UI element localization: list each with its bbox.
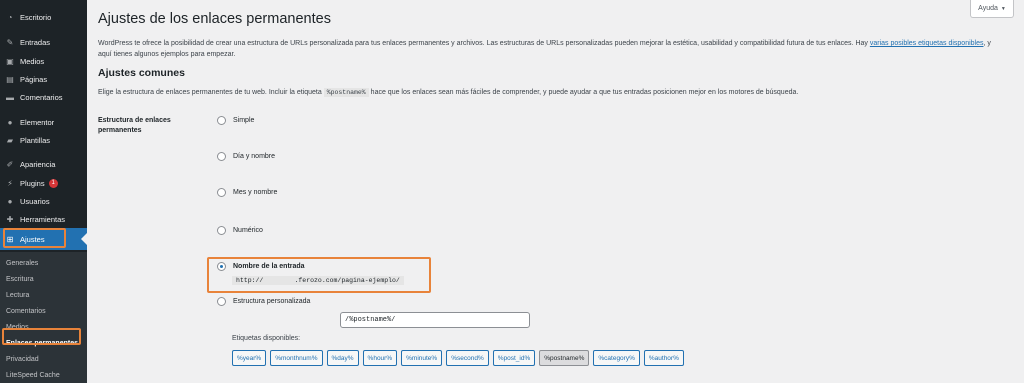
radio-estructura-personalizada[interactable] [217,297,226,306]
example-url: http:// .ferozo.com/pagina-ejemplo/ [232,276,404,285]
tag-button-day[interactable]: %day% [326,350,359,366]
submenu-item-enlaces-permanentes[interactable]: Enlaces permanentes [0,335,87,351]
help-button-label: Ayuda [978,5,998,12]
option-label: Numérico [233,227,263,234]
tag-button-author[interactable]: %author% [643,350,684,366]
radio-dia-y-nombre[interactable] [217,152,226,161]
sidebar-item-label: Comentarios [20,92,63,102]
radio-mes-y-nombre[interactable] [217,188,226,197]
option-numerico[interactable]: Numérico [217,226,263,235]
common-description: Elige la estructura de enlaces permanent… [98,87,798,98]
sidebar-item-label: Entradas [20,37,51,47]
submenu-item-privacidad[interactable]: Privacidad [0,351,87,367]
pin-icon: ✎ [6,37,14,47]
radio-numerico[interactable] [217,226,226,235]
option-label: Estructura personalizada [233,298,311,305]
caret-down-icon: ▼ [1000,5,1006,12]
main-content: Ayuda ▼ Ajustes de los enlaces permanent… [87,0,1024,383]
description-text-after: hace que los enlaces sean más fáciles de… [370,89,799,96]
sidebar-item-label: Apariencia [20,159,56,169]
intro-text-after: , y [983,40,991,47]
permalink-structure-label: Estructura de enlaces permanentes [98,117,171,134]
tags-link[interactable]: varias posibles etiquetas disponibles [870,40,984,47]
sidebar-item-label: Elementor [20,117,55,127]
option-mes-y-nombre[interactable]: Mes y nombre [217,188,277,197]
sidebar-item-label: Ajustes [20,234,45,244]
dashboard-icon: ◔ [7,12,13,22]
sidebar-item-label: Plantillas [20,135,51,145]
sidebar-item-label: Plugins [20,178,45,188]
sidebar-item-herramientas[interactable]: ✚ Herramientas [0,208,87,230]
sidebar-item-label: Herramientas [20,214,66,224]
folder-icon: ▰ [6,135,14,145]
user-icon: ● [7,196,13,206]
option-estructura-personalizada[interactable]: Estructura personalizada [217,297,310,306]
wrench-icon: ✚ [6,214,14,224]
comments-icon: ▬ [6,92,14,102]
option-label: Día y nombre [233,153,276,160]
pages-icon: ▤ [6,74,14,84]
custom-structure-input[interactable] [340,312,530,328]
sidebar-item-label: Usuarios [20,196,50,206]
tag-button-year[interactable]: %year% [232,350,267,366]
tag-button-category[interactable]: %category% [593,350,640,366]
tag-button-post-id[interactable]: %post_id% [492,350,536,366]
settings-submenu: Generales Escritura Lectura Comentarios … [0,252,87,383]
tag-button-hour[interactable]: %hour% [362,350,398,366]
tag-button-monthnum[interactable]: %monthnum% [270,350,323,366]
elementor-icon: ● [7,117,13,127]
postname-code: %postname% [323,88,369,97]
submenu-item-generales[interactable]: Generales [0,255,87,271]
sidebar-item-label: Medios [20,56,45,66]
tag-button-postname[interactable]: %postname% [539,350,590,366]
option-label: Nombre de la entrada [233,263,305,270]
option-simple[interactable]: Simple [217,116,254,125]
option-dia-y-nombre[interactable]: Día y nombre [217,152,275,161]
tag-button-minute[interactable]: %minute% [401,350,443,366]
section-title: Ajustes comunes [98,67,185,79]
submenu-item-medios[interactable]: Medios [0,319,87,335]
intro-text: WordPress te ofrece la posibilidad de cr… [98,40,868,47]
radio-nombre-de-la-entrada[interactable] [217,262,226,271]
option-label: Mes y nombre [233,189,278,196]
option-label: Simple [233,117,255,124]
sidebar-item-comentarios[interactable]: ▬ Comentarios [0,86,87,108]
option-nombre-de-la-entrada[interactable]: Nombre de la entrada [217,262,305,271]
sidebar-item-escritorio[interactable]: ◔ Escritorio [0,6,87,28]
submenu-item-comentarios[interactable]: Comentarios [0,303,87,319]
plugin-icon: ⚡ [7,178,13,188]
description-text: Elige la estructura de enlaces permanent… [98,89,322,96]
page-title: Ajustes de los enlaces permanentes [98,11,331,27]
help-button[interactable]: Ayuda ▼ [970,0,1014,18]
intro-paragraph: WordPress te ofrece la posibilidad de cr… [98,38,1018,49]
tag-button-second[interactable]: %second% [446,350,489,366]
sidebar-item-plantillas[interactable]: ▰ Plantillas [0,129,87,151]
submenu-item-litespeed-cache[interactable]: LiteSpeed Cache [0,367,87,383]
available-tags: %year% %monthnum% %day% %hour% %minute% … [232,350,684,366]
media-icon: ▣ [6,56,14,66]
sidebar-item-label: Escritorio [20,12,52,22]
available-tags-label: Etiquetas disponibles: [232,335,301,342]
admin-sidebar: ◔ Escritorio ✎ Entradas ▣ Medios ▤ Págin… [0,0,87,383]
intro-paragraph-line2: aquí tienes algunos ejemplos para empeza… [98,51,236,58]
submenu-item-escritura[interactable]: Escritura [0,271,87,287]
update-count-badge: 1 [48,178,58,188]
radio-simple[interactable] [217,116,226,125]
sidebar-item-label: Páginas [20,74,48,84]
submenu-item-lectura[interactable]: Lectura [0,287,87,303]
brush-icon: ✐ [6,159,14,169]
settings-icon: ⊞ [6,234,14,244]
sidebar-item-ajustes[interactable]: ⊞ Ajustes [0,228,87,250]
